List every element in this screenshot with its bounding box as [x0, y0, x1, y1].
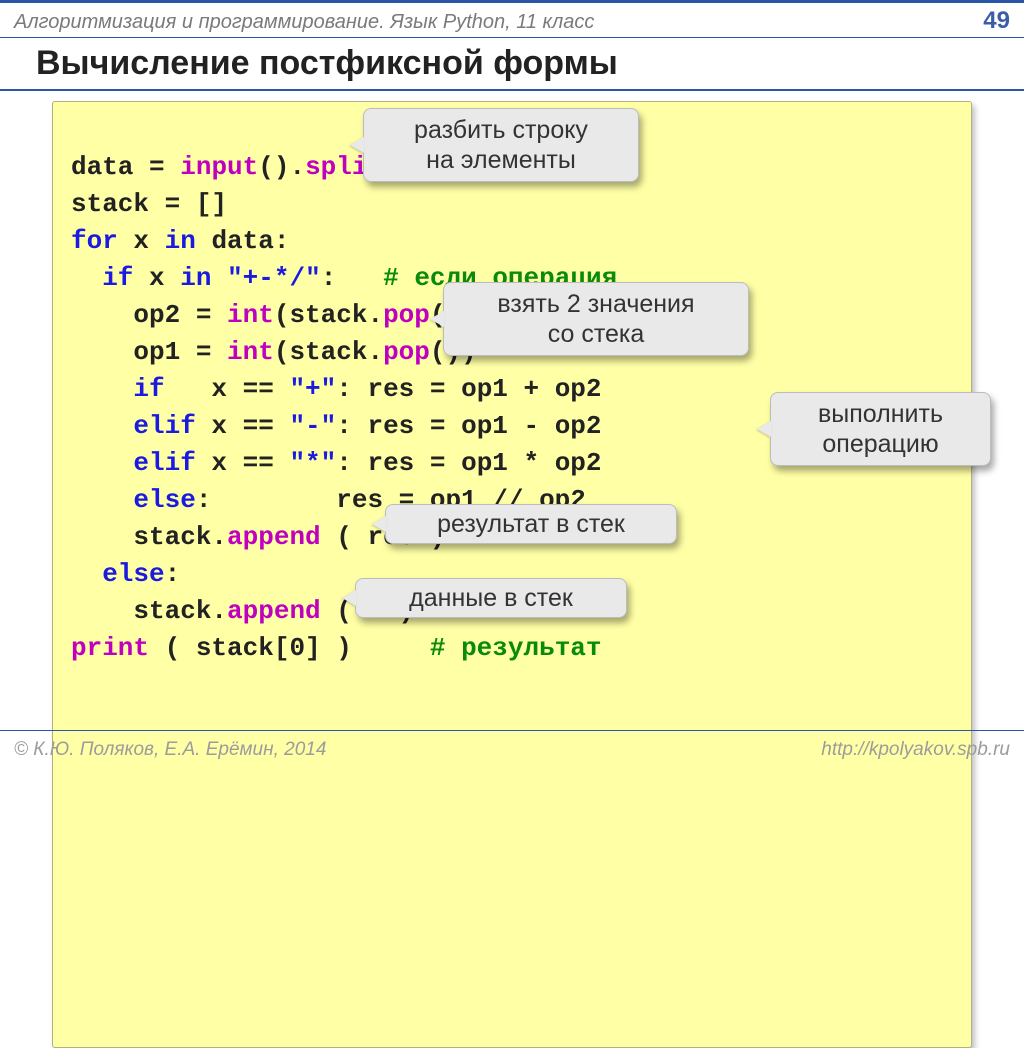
callout-push-data: данные в стек [355, 578, 627, 618]
header-band: Алгоритмизация и программирование. Язык … [0, 0, 1024, 38]
callout-text: выполнить операцию [818, 400, 943, 458]
callout-pop: взять 2 значения со стека [443, 282, 749, 356]
page-title: Вычисление постфиксной формы [36, 44, 1024, 83]
code-block: data = input().split() stack = [] for x … [52, 101, 972, 1048]
page-number: 49 [983, 7, 1010, 35]
callout-split: разбить строку на элементы [363, 108, 639, 182]
callout-push-result: результат в стек [385, 504, 677, 544]
callout-text: данные в стек [409, 584, 573, 612]
callout-operate: выполнить операцию [770, 392, 991, 466]
callout-text: разбить строку на элементы [414, 116, 588, 174]
footer-url: http://kpolyakov.spb.ru [821, 739, 1010, 761]
footer-band: © К.Ю. Поляков, Е.А. Ерёмин, 2014 http:/… [0, 730, 1024, 761]
footer-copyright: © К.Ю. Поляков, Е.А. Ерёмин, 2014 [14, 739, 326, 761]
callout-text: результат в стек [437, 510, 625, 538]
course-title: Алгоритмизация и программирование. Язык … [14, 11, 594, 34]
callout-text: взять 2 значения со стека [497, 290, 694, 348]
title-underline [0, 89, 1024, 91]
